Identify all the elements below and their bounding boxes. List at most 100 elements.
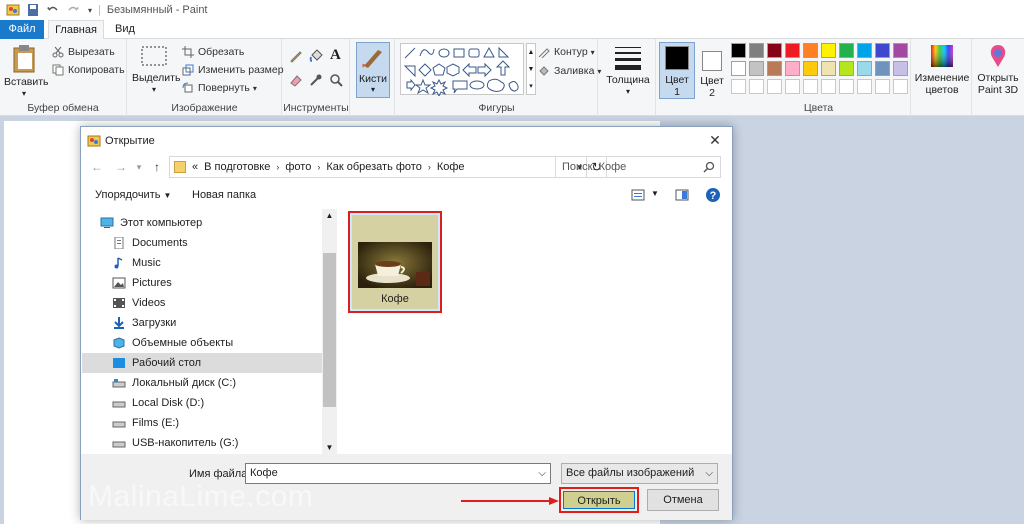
color-swatch[interactable] xyxy=(749,61,764,76)
color-swatch[interactable] xyxy=(875,61,890,76)
cut-button[interactable]: Вырезать xyxy=(52,46,115,58)
tree-item-downloads[interactable]: Загрузки xyxy=(112,313,176,333)
fill-button[interactable]: Заливка ▾ xyxy=(538,65,601,77)
file-type-select[interactable]: Все файлы изображений ⌵ xyxy=(561,463,718,484)
breadcrumb-item[interactable]: Кофе xyxy=(437,161,465,173)
paste-button[interactable]: Вставить ▾ xyxy=(4,45,49,100)
tree-item-desktop[interactable]: Рабочий стол xyxy=(82,353,322,373)
tree-item-pictures[interactable]: Pictures xyxy=(112,273,172,293)
save-icon[interactable] xyxy=(26,4,40,16)
custom-color-slot[interactable] xyxy=(785,79,800,94)
open-button[interactable]: Открыть xyxy=(559,487,639,513)
color-swatch[interactable] xyxy=(731,61,746,76)
close-icon[interactable]: ✕ xyxy=(706,131,724,149)
color-swatch[interactable] xyxy=(767,61,782,76)
magnifier-icon[interactable] xyxy=(329,73,343,87)
paste-dropdown-icon[interactable]: ▾ xyxy=(4,88,44,100)
redo-icon[interactable] xyxy=(66,4,80,16)
view-dropdown-icon[interactable]: ▼ xyxy=(651,189,659,198)
color1-button[interactable]: Цвет 1 xyxy=(659,42,695,99)
breadcrumb-overflow[interactable]: « xyxy=(192,161,198,173)
color-swatch[interactable] xyxy=(767,43,782,58)
help-icon[interactable]: ? xyxy=(705,187,721,203)
tree-item-this-pc[interactable]: Этот компьютер xyxy=(100,213,202,233)
up-arrow-icon[interactable]: ↑ xyxy=(149,159,165,175)
size-button[interactable]: Толщина ▾ xyxy=(603,43,653,98)
color-swatch[interactable] xyxy=(821,43,836,58)
open-paint3d-button[interactable]: Открыть Paint 3D xyxy=(973,43,1023,96)
custom-color-slot[interactable] xyxy=(839,79,854,94)
color-swatch[interactable] xyxy=(785,61,800,76)
color-swatch[interactable] xyxy=(785,43,800,58)
outline-button[interactable]: Контур ▾ xyxy=(538,46,595,58)
color-swatch[interactable] xyxy=(857,43,872,58)
breadcrumb-separator-icon[interactable]: › xyxy=(317,162,320,172)
color-swatch[interactable] xyxy=(893,61,908,76)
breadcrumb-item[interactable]: В подготовке xyxy=(204,161,270,173)
shapes-gallery[interactable] xyxy=(400,43,524,98)
customize-toolbar-icon[interactable]: ▾ xyxy=(88,6,92,15)
edit-colors-button[interactable]: Изменение цветов xyxy=(913,43,971,96)
tab-file[interactable]: Файл xyxy=(0,20,44,39)
filename-dropdown-icon[interactable]: ⌵ xyxy=(538,464,546,483)
breadcrumb-item[interactable]: Как обрезать фото xyxy=(326,161,422,173)
tree-item-drive-c[interactable]: Локальный диск (C:) xyxy=(112,373,236,393)
tree-item-music[interactable]: Music xyxy=(112,253,161,273)
color2-button[interactable]: Цвет 2 xyxy=(698,42,726,99)
custom-color-slot[interactable] xyxy=(875,79,890,94)
rotate-dropdown-icon[interactable]: ▾ xyxy=(253,84,257,93)
tree-item-drive-d[interactable]: Local Disk (D:) xyxy=(112,393,204,413)
address-bar[interactable]: « В подготовке › фото › Как обрезать фот… xyxy=(169,156,607,178)
custom-color-slot[interactable] xyxy=(893,79,908,94)
file-item[interactable]: Кофе xyxy=(348,211,442,313)
custom-color-slot[interactable] xyxy=(821,79,836,94)
custom-color-slot[interactable] xyxy=(857,79,872,94)
color-swatch[interactable] xyxy=(857,61,872,76)
custom-color-slot[interactable] xyxy=(767,79,782,94)
tree-item-drive-e[interactable]: Films (E:) xyxy=(112,413,179,433)
color-picker-icon[interactable] xyxy=(309,73,323,87)
brushes-button[interactable]: Кисти ▾ xyxy=(356,42,390,98)
forward-arrow-icon[interactable]: → xyxy=(113,159,129,175)
custom-color-slot[interactable] xyxy=(803,79,818,94)
resize-button[interactable]: Изменить размер xyxy=(182,64,284,76)
color-swatch[interactable] xyxy=(821,61,836,76)
new-folder-button[interactable]: Новая папка xyxy=(192,189,256,201)
color-swatch[interactable] xyxy=(893,43,908,58)
custom-color-slot[interactable] xyxy=(731,79,746,94)
tree-scrollbar[interactable]: ▲ ▼ xyxy=(322,209,337,454)
scroll-thumb[interactable] xyxy=(323,253,336,407)
color-swatch[interactable] xyxy=(731,43,746,58)
back-arrow-icon[interactable]: ← xyxy=(89,159,105,175)
copy-button[interactable]: Копировать xyxy=(52,64,125,76)
select-button[interactable]: Выделить ▾ xyxy=(132,45,180,96)
search-input[interactable]: Поиск: Кофе xyxy=(555,156,721,178)
scroll-up-icon[interactable]: ▲ xyxy=(322,211,337,220)
preview-pane-icon[interactable] xyxy=(675,188,689,202)
fill-bucket-icon[interactable] xyxy=(309,49,323,63)
recent-locations-icon[interactable]: ▾ xyxy=(131,159,147,175)
select-dropdown-icon[interactable]: ▾ xyxy=(132,84,176,96)
color-swatch[interactable] xyxy=(839,43,854,58)
crop-button[interactable]: Обрезать xyxy=(182,46,244,58)
text-tool-icon[interactable]: A xyxy=(330,47,341,64)
shapes-scroll[interactable]: ▲ ▼ ▾ xyxy=(526,43,536,95)
scroll-down-icon[interactable]: ▼ xyxy=(322,443,337,452)
color-swatch[interactable] xyxy=(803,61,818,76)
undo-icon[interactable] xyxy=(46,4,60,16)
color-swatch[interactable] xyxy=(749,43,764,58)
tree-item-videos[interactable]: Videos xyxy=(112,293,165,313)
tree-item-3d-objects[interactable]: Объемные объекты xyxy=(112,333,233,353)
tree-item-documents[interactable]: Documents xyxy=(112,233,188,253)
breadcrumb-separator-icon[interactable]: › xyxy=(428,162,431,172)
color-swatch[interactable] xyxy=(875,43,890,58)
breadcrumb-separator-icon[interactable]: › xyxy=(276,162,279,172)
rotate-button[interactable]: Повернуть ▾ xyxy=(182,82,257,94)
view-options-icon[interactable] xyxy=(631,188,645,202)
tab-home[interactable]: Главная xyxy=(48,20,104,40)
breadcrumb-item[interactable]: фото xyxy=(285,161,311,173)
custom-color-slot[interactable] xyxy=(749,79,764,94)
color-swatch[interactable] xyxy=(803,43,818,58)
color-swatch[interactable] xyxy=(839,61,854,76)
organize-button[interactable]: Упорядочить ▼ xyxy=(95,189,171,201)
